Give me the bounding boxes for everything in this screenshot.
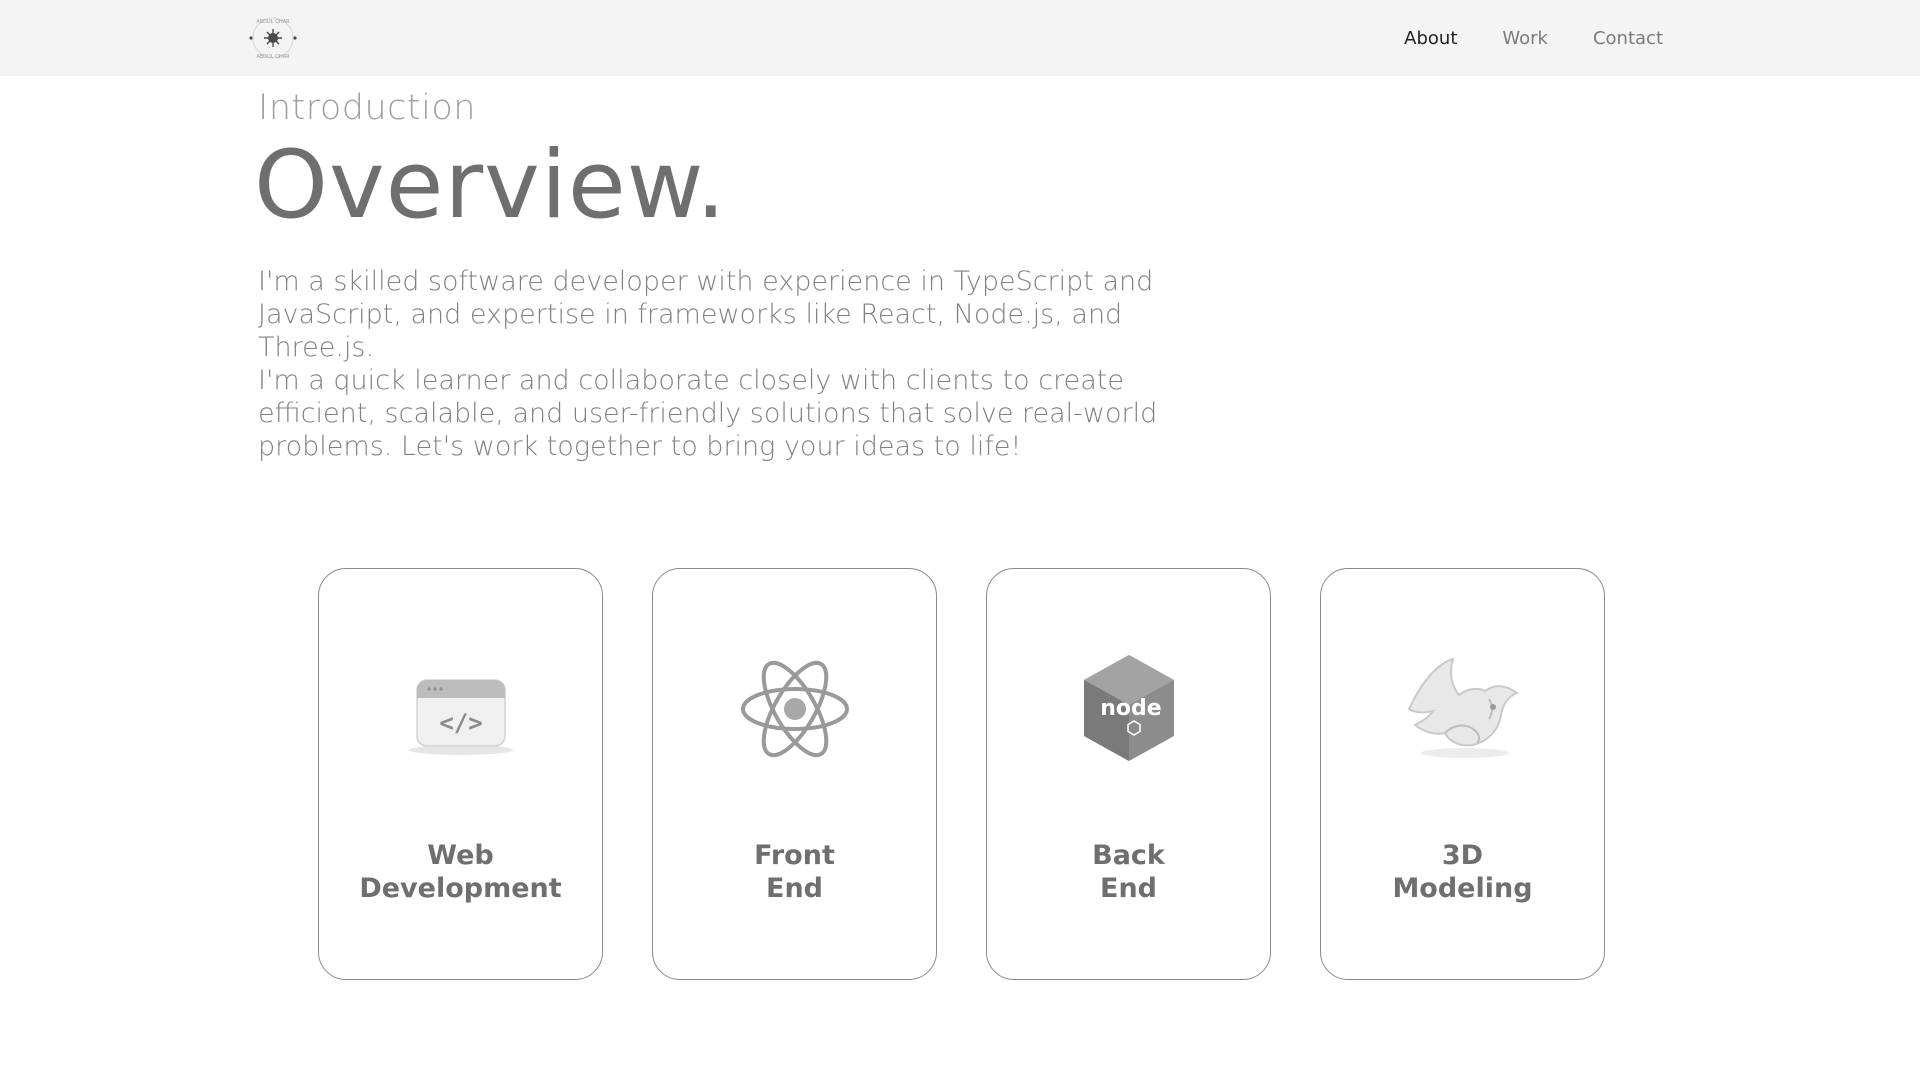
svg-text:node: node xyxy=(1100,696,1161,721)
section-subtitle: Introduction xyxy=(258,88,476,128)
nav-link-contact[interactable]: Contact xyxy=(1593,28,1663,49)
description-line: I'm a quick learner and collaborate clos… xyxy=(258,365,1124,396)
code-window-icon: </> xyxy=(386,639,536,779)
nav-link-about[interactable]: About xyxy=(1404,28,1457,49)
description-line: JavaScript, and expertise in frameworks … xyxy=(258,299,1123,363)
description-line: efficient, scalable, and user-friendly s… xyxy=(258,398,1158,429)
nav-link-work[interactable]: Work xyxy=(1502,28,1548,49)
react-atom-icon xyxy=(720,639,870,779)
service-card-back-end[interactable]: node Back End xyxy=(986,568,1271,980)
nav-links: About Work Contact xyxy=(1404,0,1663,76)
section-title: Overview. xyxy=(254,131,727,240)
rhino-3d-icon xyxy=(1388,639,1538,779)
service-card-title: Front End xyxy=(754,840,835,904)
service-card-front-end[interactable]: Front End xyxy=(652,568,937,980)
svg-text:ABDUL QHAR: ABDUL QHAR xyxy=(256,54,290,60)
service-card-3d-modeling[interactable]: 3D Modeling xyxy=(1320,568,1605,980)
service-card-title: Back End xyxy=(1092,840,1165,904)
svg-text:ABDUL QHAR: ABDUL QHAR xyxy=(256,19,290,25)
navbar: ABDUL QHAR ABDUL QHAR About Work Contact xyxy=(0,0,1920,76)
svg-text:</>: </> xyxy=(439,709,482,737)
overview-description: I'm a skilled software developer with ex… xyxy=(258,265,1218,463)
service-card-title: Web Development xyxy=(359,840,562,904)
description-line: problems. Let's work together to bring y… xyxy=(258,431,1022,462)
nodejs-hexagon-icon: node xyxy=(1054,639,1204,779)
description-line: I'm a skilled software developer with ex… xyxy=(258,266,1154,297)
service-card-web-development[interactable]: </> Web Development xyxy=(318,568,603,980)
service-card-title: 3D Modeling xyxy=(1392,840,1533,904)
logo-icon[interactable]: ABDUL QHAR ABDUL QHAR xyxy=(246,14,300,62)
